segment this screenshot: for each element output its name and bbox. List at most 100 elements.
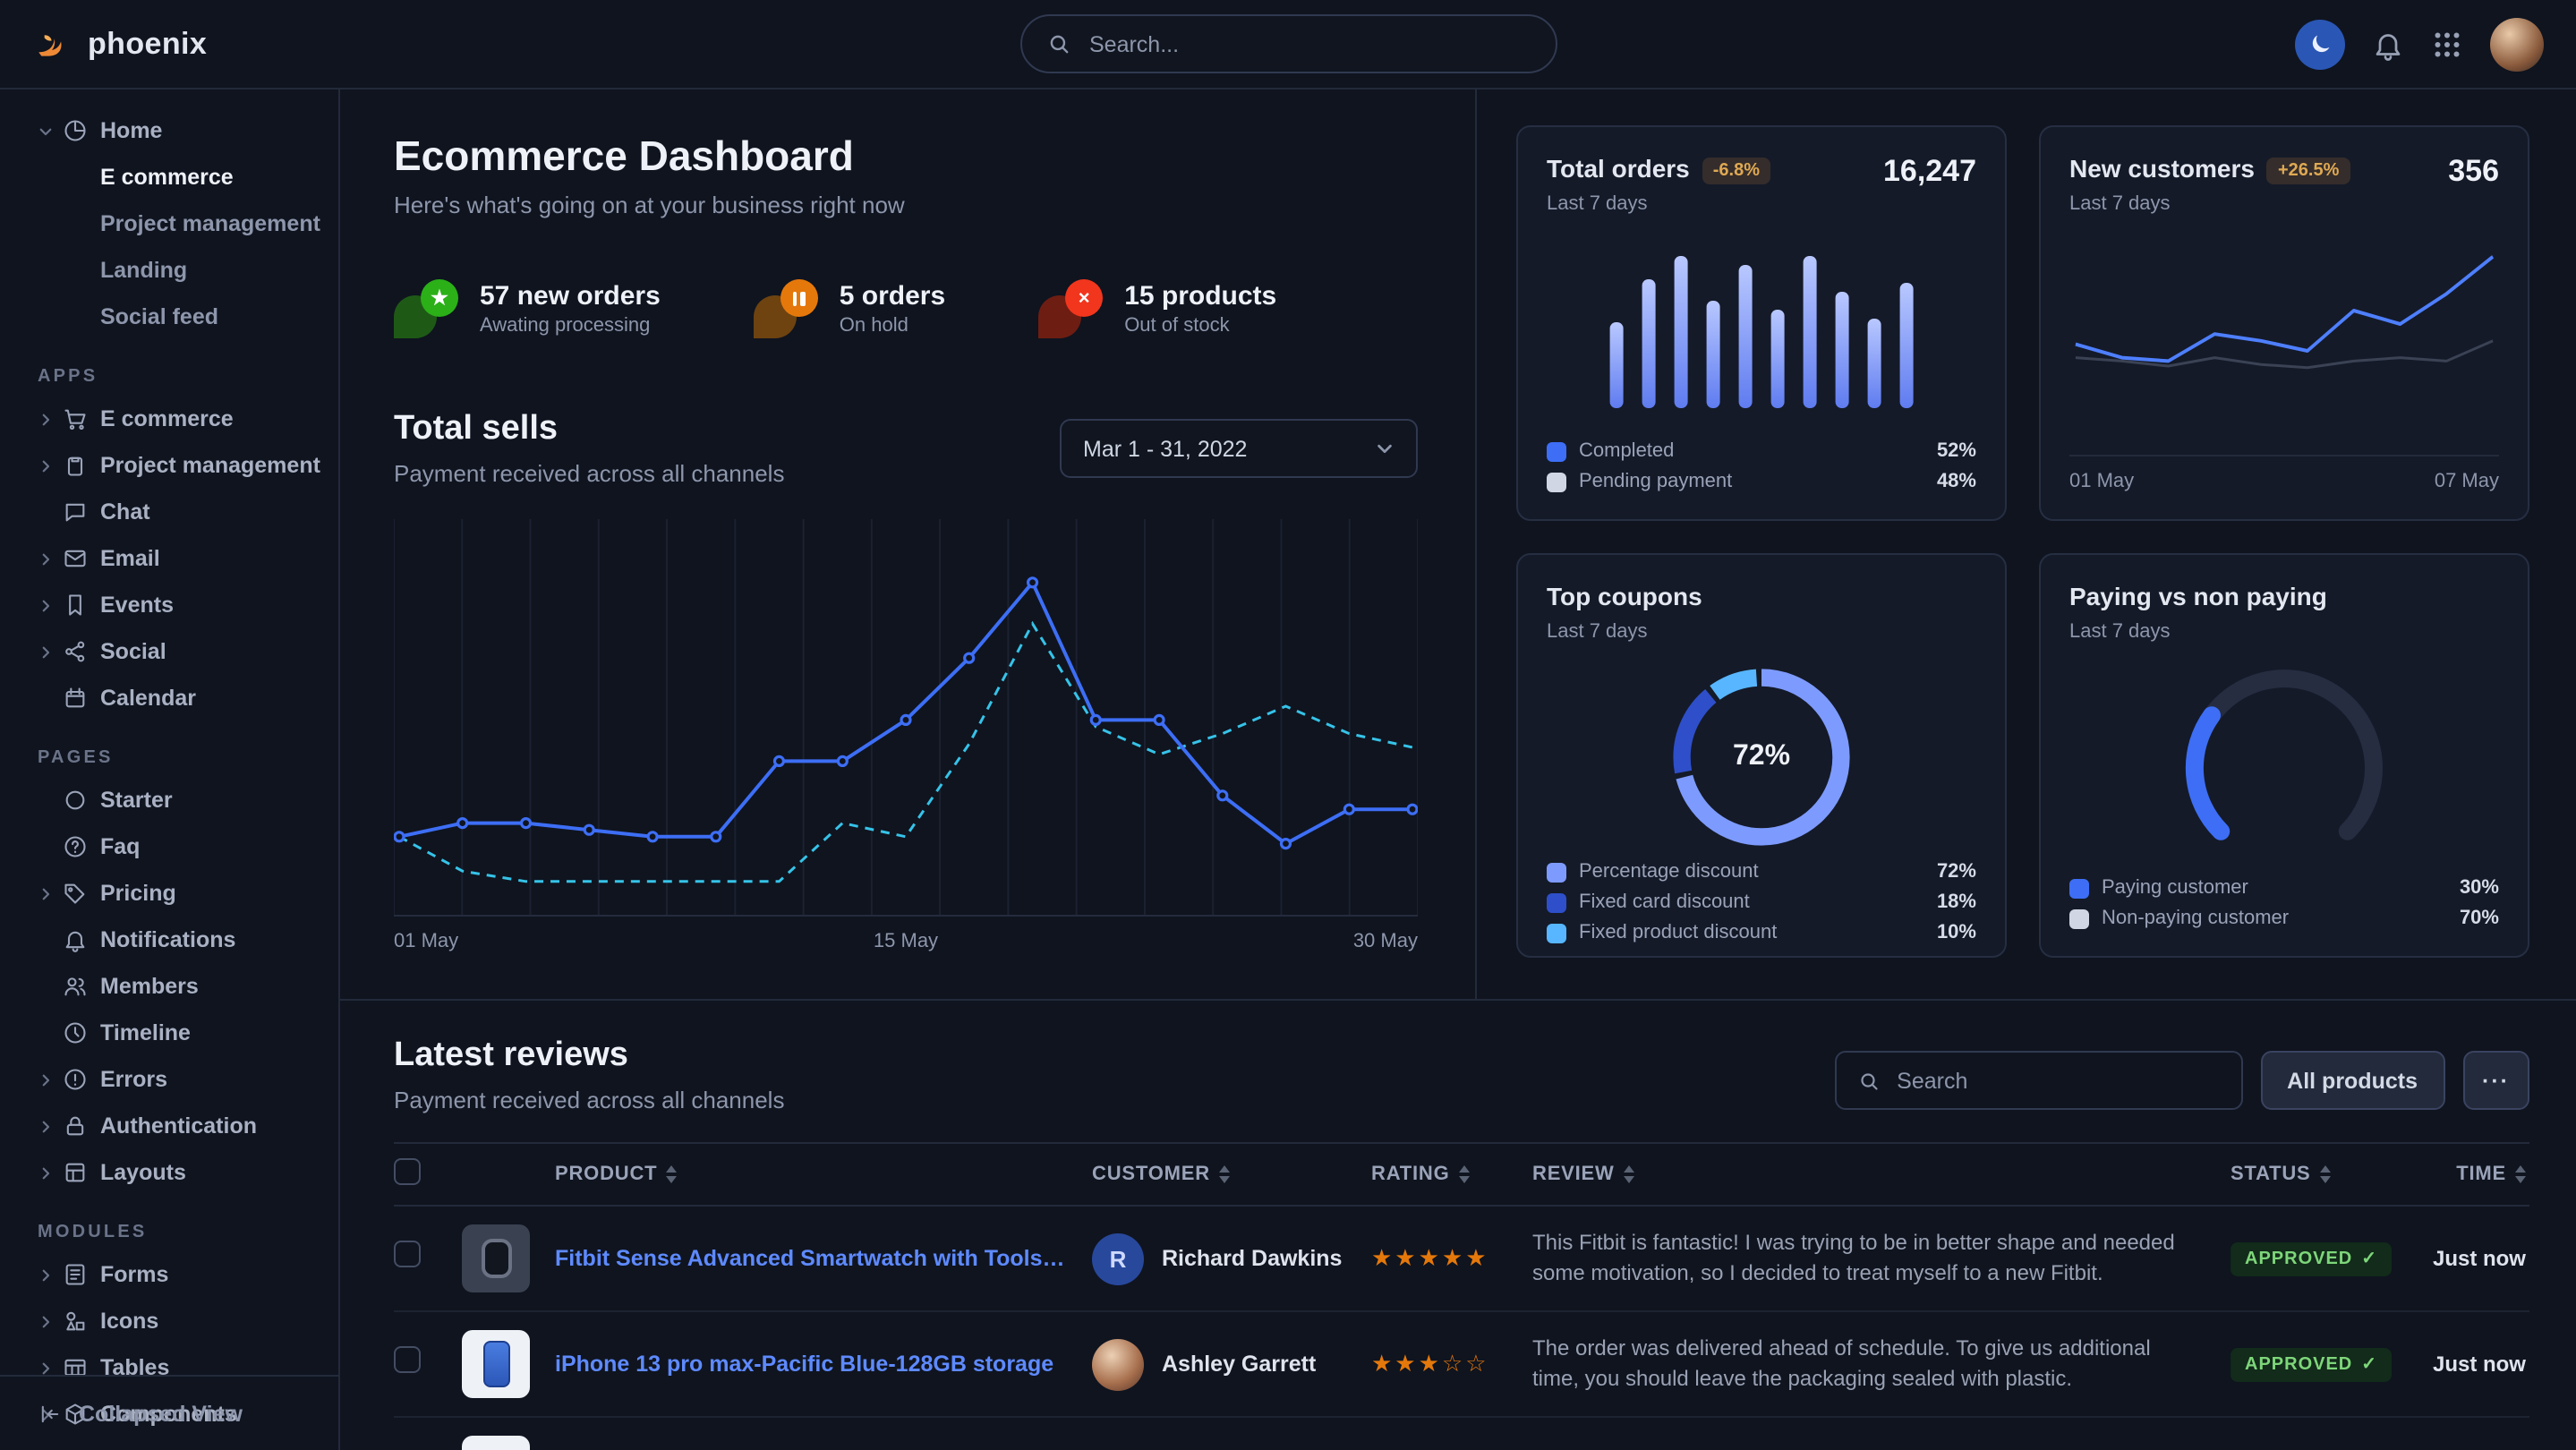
collapse-view-toggle[interactable]: Collapsed View <box>0 1375 338 1450</box>
sidebar-subitem-landing[interactable]: Landing <box>0 247 338 294</box>
star-icon: ★ <box>394 279 458 338</box>
chevron-down-icon <box>1375 439 1395 458</box>
legend-label: Fixed card discount <box>1579 891 1750 913</box>
sidebar-item-label: Social <box>100 639 166 664</box>
column-header-customer[interactable]: CUSTOMER <box>1092 1164 1371 1185</box>
row-checkbox[interactable] <box>394 1241 421 1267</box>
cross-icon: × <box>1038 279 1103 338</box>
legend-item: Percentage discount72% <box>1547 861 1976 883</box>
sidebar-item-email[interactable]: Email <box>0 535 338 582</box>
reviews-table-body: Fitbit Sense Advanced Smartwatch with To… <box>394 1207 2529 1450</box>
sidebar-item-label: Starter <box>100 788 173 813</box>
sidebar-subitem-e-commerce[interactable]: E commerce <box>0 154 338 200</box>
legend-swatch <box>1547 862 1566 882</box>
bell-icon <box>2372 28 2404 60</box>
date-range-select[interactable]: Mar 1 - 31, 2022 <box>1060 419 1418 478</box>
review-text: This Fitbit is fantastic! I was trying t… <box>1532 1227 2231 1290</box>
sidebar-item-label: Calendar <box>100 686 196 711</box>
sidebar-item-members[interactable]: Members <box>0 963 338 1010</box>
topbar-actions <box>2295 17 2544 71</box>
sidebar-nav: HomeE commerceProject managementLandingS… <box>0 90 338 1437</box>
sort-icon <box>2320 1165 2331 1183</box>
sidebar-item-errors[interactable]: Errors <box>0 1056 338 1103</box>
sidebar-subitem-social-feed[interactable]: Social feed <box>0 294 338 340</box>
sidebar-item-label: Errors <box>100 1067 167 1092</box>
legend-label: Non-paying customer <box>2102 908 2289 929</box>
status-badge: APPROVED ✓ <box>2231 1348 2392 1382</box>
sidebar-item-notifications[interactable]: Notifications <box>0 917 338 963</box>
paying-legend: Paying customer30%Non-paying customer70% <box>2069 877 2499 929</box>
product-link[interactable]: Fitbit Sense Advanced Smartwatch with To… <box>555 1246 1092 1271</box>
x-label: 30 May <box>1353 931 1418 952</box>
column-header-time[interactable]: TIME <box>2424 1164 2529 1185</box>
select-all-checkbox[interactable] <box>394 1158 421 1185</box>
sidebar-item-e-commerce[interactable]: E commerce <box>0 396 338 442</box>
sidebar-item-faq[interactable]: Faq <box>0 823 338 870</box>
legend-swatch <box>1547 923 1566 942</box>
stat-caption: Awating processing <box>480 315 661 337</box>
chevron-right-icon <box>38 1164 63 1181</box>
user-avatar[interactable] <box>2490 17 2544 71</box>
chevron-right-icon <box>38 550 63 567</box>
product-link[interactable]: iPhone 13 pro max-Pacific Blue-128GB sto… <box>555 1352 1092 1377</box>
product-image[interactable] <box>462 1224 530 1292</box>
sidebar-item-events[interactable]: Events <box>0 582 338 628</box>
brand-name: phoenix <box>88 26 207 62</box>
sort-icon <box>1624 1165 1634 1183</box>
table-row: iPhone 13 pro max-Pacific Blue-128GB sto… <box>394 1312 2529 1418</box>
product-image[interactable] <box>462 1436 530 1450</box>
stat-caption: Out of stock <box>1124 315 1276 337</box>
sidebar-item-starter[interactable]: Starter <box>0 777 338 823</box>
theme-toggle-button[interactable] <box>2295 19 2345 69</box>
sidebar-subitem-project-management[interactable]: Project management <box>0 200 338 247</box>
cart-icon <box>63 406 100 431</box>
sidebar-item-label: Members <box>100 974 199 999</box>
grid-icon <box>2431 28 2463 60</box>
legend-swatch <box>2069 908 2089 928</box>
sidebar-item-project-management[interactable]: Project management <box>0 442 338 489</box>
reviews-search-input[interactable] <box>1893 1066 2219 1095</box>
sidebar-item-calendar[interactable]: Calendar <box>0 675 338 721</box>
more-options-button[interactable]: ··· <box>2462 1051 2529 1110</box>
customers-x-axis: 01 May 07 May <box>2069 455 2499 492</box>
brand-logo[interactable]: phoenix <box>32 23 207 64</box>
bookmark-icon <box>63 593 100 618</box>
review-time: Just now <box>2424 1352 2529 1377</box>
coupons-donut-chart: 72% <box>1658 653 1865 861</box>
row-checkbox[interactable] <box>394 1346 421 1373</box>
total-sells-title: Total sells <box>394 410 784 449</box>
apps-grid-button[interactable] <box>2431 28 2463 60</box>
stat-caption: On hold <box>840 315 945 337</box>
circle-icon <box>63 788 100 813</box>
sort-icon <box>666 1165 677 1183</box>
column-header-review[interactable]: REVIEW <box>1532 1164 2231 1185</box>
dashboard-left-column: Ecommerce Dashboard Here's what's going … <box>340 90 1477 999</box>
notifications-button[interactable] <box>2372 28 2404 60</box>
reviews-search[interactable] <box>1834 1051 2242 1110</box>
stat-on-hold: 5 ordersOn hold <box>754 279 945 338</box>
sidebar-item-chat[interactable]: Chat <box>0 489 338 535</box>
sidebar-item-home[interactable]: Home <box>0 107 338 154</box>
sidebar-item-label: Home <box>100 118 162 143</box>
sidebar-item-authentication[interactable]: Authentication <box>0 1103 338 1149</box>
sidebar-item-social[interactable]: Social <box>0 628 338 675</box>
sidebar-item-forms[interactable]: Forms <box>0 1251 338 1298</box>
sidebar-item-label: Authentication <box>100 1113 257 1139</box>
sidebar-item-layouts[interactable]: Layouts <box>0 1149 338 1196</box>
column-header-product[interactable]: PRODUCT <box>555 1164 1092 1185</box>
sidebar-item-timeline[interactable]: Timeline <box>0 1010 338 1056</box>
sort-icon <box>1219 1165 1230 1183</box>
page-title: Ecommerce Dashboard <box>394 132 1418 181</box>
sidebar-item-pricing[interactable]: Pricing <box>0 870 338 917</box>
column-header-rating[interactable]: RATING <box>1371 1164 1532 1185</box>
global-search-input[interactable] <box>1086 30 1530 58</box>
table-row: Fitbit Sense Advanced Smartwatch with To… <box>394 1207 2529 1312</box>
sidebar-item-icons[interactable]: Icons <box>0 1298 338 1344</box>
rating-stars: ★★★☆☆ <box>1371 1350 1489 1377</box>
global-search[interactable] <box>1019 14 1557 73</box>
chevron-right-icon <box>38 457 63 473</box>
all-products-button[interactable]: All products <box>2260 1051 2444 1110</box>
chevron-down-icon <box>38 123 63 139</box>
column-header-status[interactable]: STATUS <box>2231 1164 2424 1185</box>
product-image[interactable] <box>462 1330 530 1398</box>
